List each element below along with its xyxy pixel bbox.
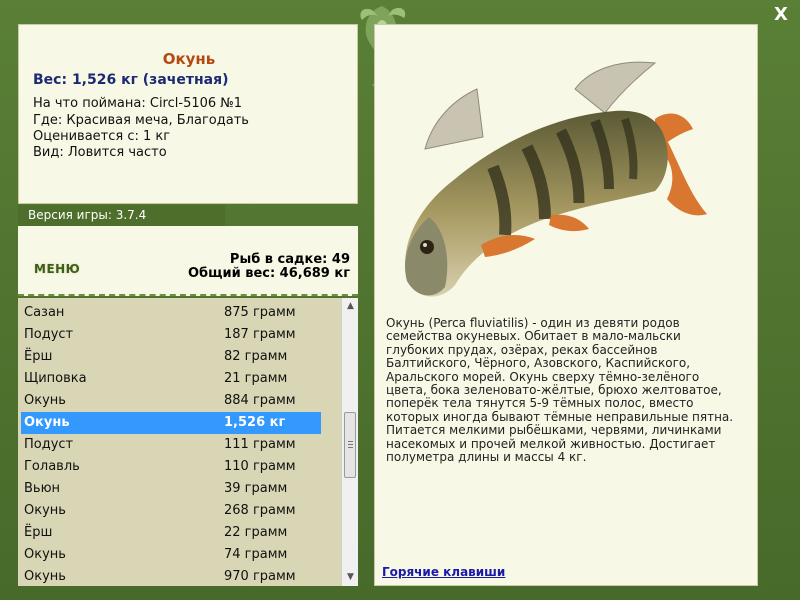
fish-description: Окунь (Perca fluviatilis) - один из девя… xyxy=(386,316,734,465)
catch-fish-name: Окунь xyxy=(24,547,66,562)
hotkeys-link[interactable]: Горячие клавиши xyxy=(382,565,505,579)
list-scrollbar[interactable]: ▲ ▼ xyxy=(341,298,358,586)
catch-fish-weight: 884 грамм xyxy=(224,393,296,408)
catch-fish-name: Ёрш xyxy=(24,349,53,364)
caught-with: На что поймана: Circl-5106 №1 xyxy=(33,96,243,111)
catch-fish-weight: 1,526 кг xyxy=(224,415,286,430)
catch-fish-weight: 21 грамм xyxy=(224,371,288,386)
scroll-down-icon[interactable]: ▼ xyxy=(342,569,358,586)
catch-fish-name: Окунь xyxy=(24,569,66,584)
keepnet-total-weight: Общий вес: 46,689 кг xyxy=(187,266,350,281)
fish-name-title: Окунь xyxy=(162,50,216,68)
thumb-grip-line xyxy=(348,444,353,445)
thumb-grip-line xyxy=(348,447,353,448)
catch-fish-name: Вьюн xyxy=(24,481,61,496)
game-version: Версия игры: 3.7.4 xyxy=(18,205,225,226)
catch-fish-name: Щиповка xyxy=(24,371,87,386)
catch-frequency: Вид: Ловится часто xyxy=(33,145,167,160)
divider xyxy=(18,294,358,296)
catch-fish-weight: 82 грамм xyxy=(224,349,288,364)
catch-fish-name: Ёрш xyxy=(24,525,53,540)
catch-list-rows: Сазан 875 грамм Подуст 187 грамм Ёрш 82 грамм… xyxy=(18,302,340,586)
catch-fish-weight: 111 грамм xyxy=(224,437,296,452)
catch-list-row[interactable]: Окунь 970 грамм xyxy=(18,566,340,586)
catch-fish-weight: 268 грамм xyxy=(224,503,296,518)
fish-description-panel: Окунь (Perca fluviatilis) - один из девя… xyxy=(374,24,758,586)
catch-list-row[interactable]: Окунь 74 грамм xyxy=(18,544,340,566)
catch-list-row[interactable]: Окунь 1,526 кг xyxy=(21,412,321,434)
scroll-up-icon[interactable]: ▲ xyxy=(342,298,358,315)
catch-list-row[interactable]: Вьюн 39 грамм xyxy=(18,478,340,500)
catch-list-row[interactable]: Ёрш 82 грамм xyxy=(18,346,340,368)
close-button[interactable]: X xyxy=(770,4,792,26)
keepnet-count: Рыб в садке: 49 xyxy=(229,252,350,267)
catch-fish-weight: 74 грамм xyxy=(224,547,288,562)
catch-fish-name: Сазан xyxy=(24,305,65,320)
catch-fish-name: Подуст xyxy=(24,327,74,342)
catch-fish-name: Окунь xyxy=(24,415,70,430)
catch-list-row[interactable]: Подуст 111 грамм xyxy=(18,434,340,456)
catch-fish-weight: 187 грамм xyxy=(224,327,296,342)
catch-list-row[interactable]: Сазан 875 грамм xyxy=(18,302,340,324)
catch-fish-weight: 39 грамм xyxy=(224,481,288,496)
thumb-grip-line xyxy=(348,441,353,442)
catch-fish-weight: 22 грамм xyxy=(224,525,288,540)
catch-fish-weight: 110 грамм xyxy=(224,459,296,474)
catch-fish-name: Окунь xyxy=(24,393,66,408)
valued-from: Оценивается с: 1 кг xyxy=(33,129,171,144)
catch-fish-weight: 875 грамм xyxy=(224,305,296,320)
catch-fish-name: Голавль xyxy=(24,459,80,474)
caught-where: Где: Красивая меча, Благодать xyxy=(33,113,249,128)
scroll-thumb[interactable] xyxy=(344,412,356,478)
catch-fish-name: Подуст xyxy=(24,437,74,452)
menu-button[interactable]: МЕНЮ xyxy=(34,262,80,276)
catch-fish-name: Окунь xyxy=(24,503,66,518)
perch-fish-image xyxy=(405,61,707,297)
catch-list-row[interactable]: Голавль 110 грамм xyxy=(18,456,340,478)
fish-info-panel: Окунь Вес: 1,526 кг (зачетная) На что по… xyxy=(18,24,358,204)
catch-fish-weight: 970 грамм xyxy=(224,569,296,584)
catch-list-row[interactable]: Ёрш 22 грамм xyxy=(18,522,340,544)
catch-list-row[interactable]: Окунь 268 грамм xyxy=(18,500,340,522)
keepnet-summary: Рыб в садке: 49 Общий вес: 46,689 кг xyxy=(18,226,358,296)
catch-list-row[interactable]: Щиповка 21 грамм xyxy=(18,368,340,390)
catch-list-row[interactable]: Подуст 187 грамм xyxy=(18,324,340,346)
fish-weight: Вес: 1,526 кг (зачетная) xyxy=(33,72,229,88)
catch-list[interactable]: Сазан 875 грамм Подуст 187 грамм Ёрш 82 грамм… xyxy=(18,298,358,586)
catch-list-row[interactable]: Окунь 884 грамм xyxy=(18,390,340,412)
